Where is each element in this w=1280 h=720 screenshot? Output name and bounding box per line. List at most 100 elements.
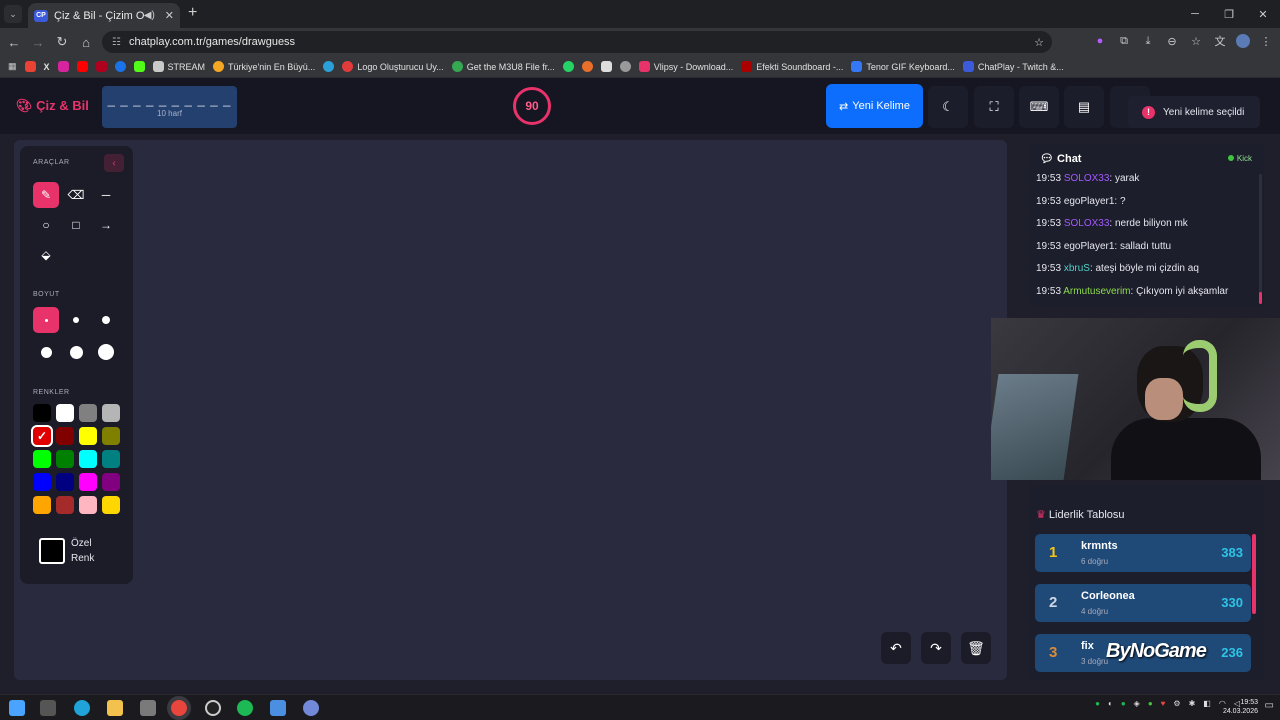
instagram-icon[interactable] (57, 61, 69, 72)
color-swatch[interactable] (33, 473, 51, 491)
obs-icon[interactable] (205, 700, 221, 716)
close-window-icon[interactable]: ✕ (1246, 0, 1280, 28)
color-swatch[interactable] (102, 450, 120, 468)
discord-icon[interactable] (303, 700, 319, 716)
drawing-canvas[interactable] (14, 140, 1007, 680)
edge-icon[interactable] (74, 700, 90, 716)
color-swatch[interactable] (102, 404, 120, 422)
tray-icon[interactable]: ♥ (1161, 699, 1166, 708)
tray-icon[interactable]: ✱ (1189, 699, 1196, 708)
clear-canvas-button[interactable]: 🗑︎ (961, 632, 991, 664)
color-swatch[interactable] (102, 473, 120, 491)
size-option-4[interactable] (33, 339, 59, 365)
translate-icon[interactable]: 文 (1212, 32, 1228, 50)
share-link-icon[interactable]: ⊖ (1164, 32, 1180, 50)
message-user[interactable]: xbruS (1064, 263, 1090, 274)
chat-scroll-thumb[interactable] (1259, 292, 1262, 304)
tray-icon[interactable]: ◈ (1134, 699, 1140, 708)
color-swatch[interactable] (56, 427, 74, 445)
chat-scrollbar[interactable] (1259, 174, 1262, 304)
app-icon-red[interactable] (95, 61, 107, 72)
color-swatch[interactable] (79, 450, 97, 468)
pen-tool[interactable]: ✎ (33, 182, 59, 208)
circle-tool[interactable]: ○ (33, 212, 59, 238)
size-option-5[interactable] (63, 339, 89, 365)
app-icon[interactable] (270, 700, 286, 716)
youtube-icon[interactable] (76, 61, 88, 72)
app-icon-white[interactable] (600, 61, 612, 72)
color-swatch[interactable] (56, 450, 74, 468)
color-swatch[interactable] (102, 427, 120, 445)
fill-tool[interactable]: ⬙ (33, 242, 59, 268)
archive-button[interactable]: ▤ (1064, 86, 1104, 128)
forward-icon[interactable]: → (26, 35, 50, 50)
message-user[interactable]: SOLOX33 (1064, 218, 1110, 229)
color-swatch[interactable] (56, 496, 74, 514)
store-icon[interactable] (140, 700, 156, 716)
fullscreen-button[interactable]: ⛶ (974, 86, 1014, 128)
extension-icon[interactable]: ● (1092, 32, 1108, 50)
color-swatch[interactable] (79, 404, 97, 422)
browser-tab[interactable]: CP Çiz & Bil - Çizim Oyunu ◀) ✕ (28, 3, 180, 28)
tab-search-icon[interactable]: ⌄ (4, 5, 22, 23)
color-swatch[interactable] (79, 473, 97, 491)
collapse-panel-button[interactable]: ‹ (104, 154, 124, 172)
gmail-icon[interactable] (24, 61, 36, 72)
size-option-1[interactable] (33, 307, 59, 333)
custom-color-button[interactable]: Özel Renk (33, 530, 119, 572)
chrome-icon[interactable] (171, 700, 187, 716)
color-swatch[interactable] (33, 496, 51, 514)
tray-icon[interactable]: ● (1148, 699, 1153, 708)
close-tab-icon[interactable]: ✕ (165, 9, 174, 22)
bookmark-chatplay[interactable]: ChatPlay - Twitch &... (962, 61, 1064, 72)
app-icon-orange[interactable] (581, 61, 593, 72)
message-user[interactable]: egoPlayer1 (1064, 241, 1115, 252)
x-icon[interactable]: X (44, 62, 50, 72)
tray-icon[interactable]: ⚙ (1173, 699, 1180, 708)
color-swatch[interactable] (79, 496, 97, 514)
tray-icon[interactable]: ◧ (1203, 699, 1211, 708)
color-swatch[interactable] (79, 427, 97, 445)
dark-mode-button[interactable]: ☾ (928, 86, 968, 128)
undo-button[interactable]: ↶ (881, 632, 911, 664)
kick-icon[interactable] (133, 61, 145, 72)
leaderboard-scrollbar[interactable] (1252, 534, 1256, 614)
tray-icon[interactable]: ◐ (1108, 699, 1113, 708)
reload-icon[interactable]: ↻ (50, 34, 74, 50)
profile-avatar[interactable] (1236, 34, 1250, 48)
edge-icon[interactable] (323, 61, 335, 72)
url-field[interactable]: ☷ chatplay.com.tr/games/drawguess ☆ (102, 31, 1052, 53)
favorites-icon[interactable]: ☆ (1188, 32, 1204, 50)
extensions-puzzle-icon[interactable]: ⧉ (1116, 32, 1132, 50)
color-swatch[interactable] (102, 496, 120, 514)
file-explorer-icon[interactable] (107, 700, 123, 716)
bookmark-turkiye[interactable]: Türkiye'nin En Büyü... (213, 61, 315, 72)
app-icon-blue[interactable] (114, 61, 126, 72)
color-swatch[interactable] (33, 404, 51, 422)
color-swatch[interactable] (56, 404, 74, 422)
keyboard-button[interactable]: ⌨ (1019, 86, 1059, 128)
minimize-icon[interactable]: ─ (1178, 0, 1212, 28)
line-tool[interactable]: ─ (93, 182, 119, 208)
tray-spotify-icon[interactable]: ● (1095, 699, 1100, 708)
audio-icon[interactable]: ◀) (144, 10, 155, 21)
color-swatch[interactable] (33, 450, 51, 468)
bookmark-m3u8[interactable]: Get the M3U8 File fr... (451, 61, 555, 72)
apps-grid-icon[interactable]: ▦ (8, 61, 17, 72)
taskbar-clock[interactable]: 19:53 24.03.2026 (1223, 698, 1258, 716)
rectangle-tool[interactable]: □ (63, 212, 89, 238)
spotify-icon[interactable] (237, 700, 253, 716)
restore-icon[interactable]: ❐ (1212, 0, 1246, 28)
home-icon[interactable]: ⌂ (74, 35, 98, 50)
task-view-icon[interactable] (40, 700, 56, 716)
windows-start-icon[interactable] (9, 700, 25, 716)
back-icon[interactable]: ← (2, 35, 26, 50)
bookmark-efekti[interactable]: Efekti Soundboard -... (741, 61, 843, 72)
message-user[interactable]: Armutuseverim (1063, 286, 1130, 297)
bookmark-logo[interactable]: Logo Oluşturucu Uy... (342, 61, 444, 72)
tray-icon[interactable]: ● (1121, 699, 1126, 708)
color-swatch[interactable] (56, 473, 74, 491)
menu-icon[interactable]: ⋮ (1258, 32, 1274, 50)
site-info-icon[interactable]: ☷ (112, 37, 121, 48)
eraser-tool[interactable]: ⌫ (63, 182, 89, 208)
